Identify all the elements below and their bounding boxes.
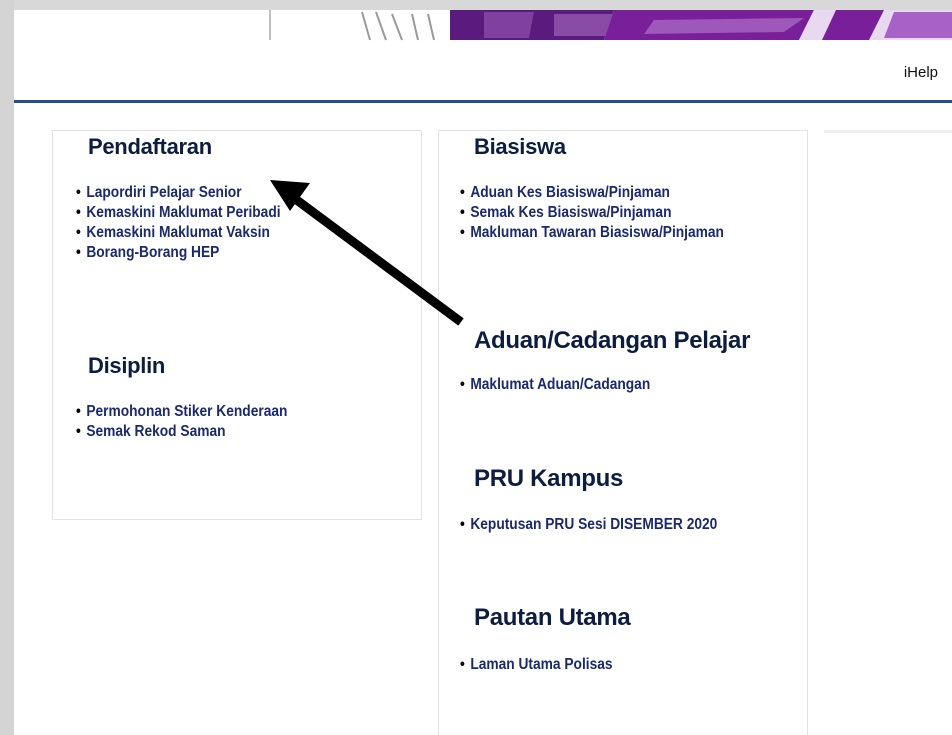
link-keputusan-pru[interactable]: Keputusan PRU Sesi DISEMBER 2020 — [470, 516, 717, 533]
pendaftaran-link-list: Lapordiri Pelajar Senior Kemaskini Maklu… — [76, 183, 314, 263]
link-maklumat-aduan-cadangan[interactable]: Maklumat Aduan/Cadangan — [470, 376, 650, 393]
disiplin-link-list: Permohonan Stiker Kenderaan Semak Rekod … — [76, 402, 322, 442]
list-item: Makluman Tawaran Biasiswa/Pinjaman — [460, 223, 724, 243]
link-lapordiri-pelajar-senior[interactable]: Lapordiri Pelajar Senior — [86, 184, 241, 201]
list-item: Borang-Borang HEP — [76, 243, 281, 263]
list-item: Semak Kes Biasiswa/Pinjaman — [460, 203, 724, 223]
link-kemaskini-maklumat-peribadi[interactable]: Kemaskini Maklumat Peribadi — [86, 204, 280, 221]
section-title-aduan-cadangan: Aduan/Cadangan Pelajar — [474, 327, 751, 354]
link-semak-kes-biasiswa[interactable]: Semak Kes Biasiswa/Pinjaman — [470, 204, 671, 221]
link-makluman-tawaran-biasiswa[interactable]: Makluman Tawaran Biasiswa/Pinjaman — [470, 224, 724, 241]
link-laman-utama-polisas[interactable]: Laman Utama Polisas — [470, 656, 612, 673]
list-item: Laman Utama Polisas — [460, 655, 613, 675]
section-title-pendaftaran: Pendaftaran — [88, 134, 212, 159]
link-aduan-kes-biasiswa[interactable]: Aduan Kes Biasiswa/Pinjaman — [470, 184, 670, 201]
pautan-link-list: Laman Utama Polisas — [460, 655, 637, 675]
biasiswa-link-list: Aduan Kes Biasiswa/Pinjaman Semak Kes Bi… — [460, 183, 767, 243]
section-title-biasiswa: Biasiswa — [474, 134, 566, 159]
list-item: Permohonan Stiker Kenderaan — [76, 402, 287, 422]
section-title-disiplin: Disiplin — [88, 353, 166, 378]
section-title-pautan-utama: Pautan Utama — [474, 604, 631, 631]
link-borang-borang-hep[interactable]: Borang-Borang HEP — [86, 244, 219, 261]
list-item: Maklumat Aduan/Cadangan — [460, 375, 650, 395]
list-item: Aduan Kes Biasiswa/Pinjaman — [460, 183, 724, 203]
browser-viewport: iHelp Pendaftaran Lapordiri Pelajar Seni… — [0, 0, 952, 735]
pru-link-list: Keputusan PRU Sesi DISEMBER 2020 — [460, 515, 759, 535]
left-gutter — [0, 0, 14, 735]
link-permohonan-stiker-kenderaan[interactable]: Permohonan Stiker Kenderaan — [86, 403, 287, 420]
link-semak-rekod-saman[interactable]: Semak Rekod Saman — [86, 423, 225, 440]
section-title-pru-kampus: PRU Kampus — [474, 465, 624, 492]
list-item: Kemaskini Maklumat Vaksin — [76, 223, 281, 243]
banner-graphic — [14, 0, 952, 41]
aduan-link-list: Maklumat Aduan/Cadangan — [460, 375, 681, 395]
top-nav-bar — [14, 44, 952, 103]
list-item: Semak Rekod Saman — [76, 422, 287, 442]
portal-page: iHelp Pendaftaran Lapordiri Pelajar Seni… — [14, 0, 952, 735]
ihelp-link[interactable]: iHelp — [904, 64, 938, 81]
list-item: Kemaskini Maklumat Peribadi — [76, 203, 281, 223]
list-item: Lapordiri Pelajar Senior — [76, 183, 281, 203]
panel-right — [824, 130, 952, 136]
link-kemaskini-maklumat-vaksin[interactable]: Kemaskini Maklumat Vaksin — [86, 224, 270, 241]
header-banner — [14, 0, 952, 44]
list-item: Keputusan PRU Sesi DISEMBER 2020 — [460, 515, 717, 535]
